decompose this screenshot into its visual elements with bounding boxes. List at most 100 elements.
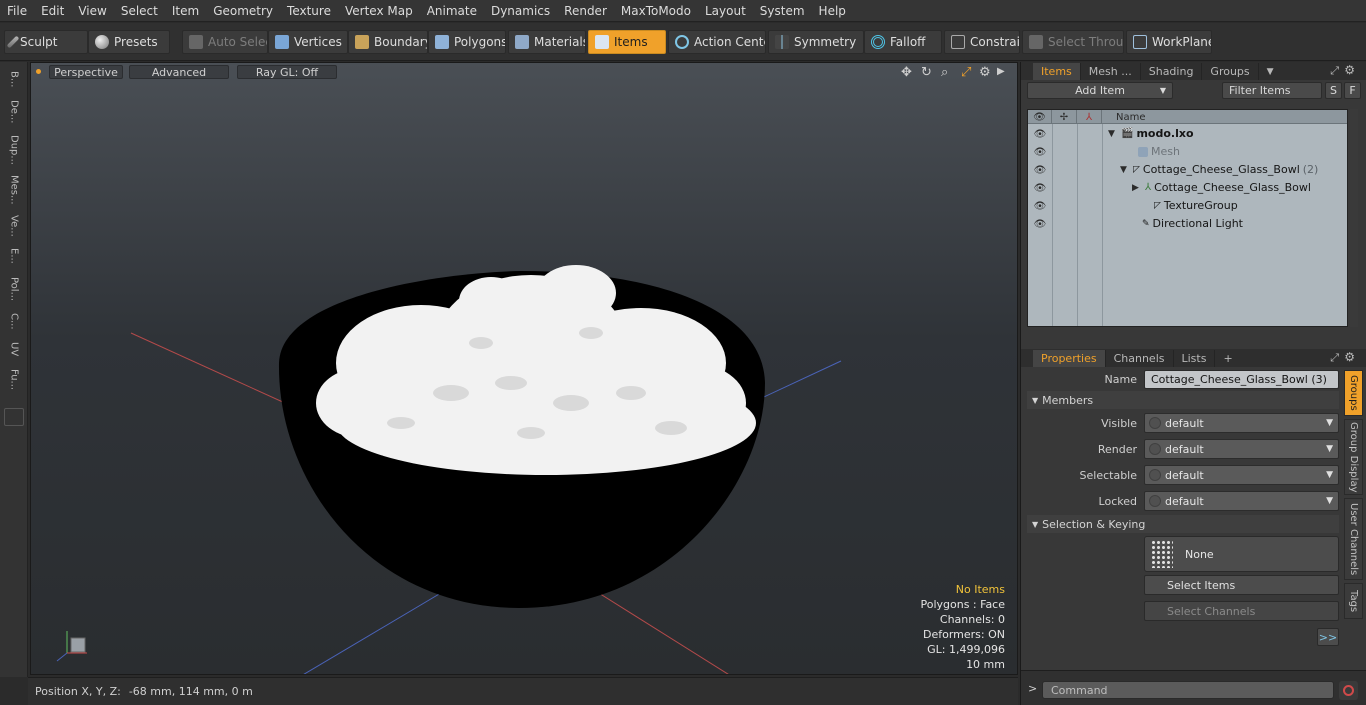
add-item-button[interactable]: Add Item ▼ [1027, 82, 1173, 99]
side-tab-group-display[interactable]: Group Display [1344, 419, 1363, 495]
list-item-mesh[interactable]: 👁 Mesh [1028, 143, 1347, 161]
tab-curve[interactable]: C... [4, 308, 24, 334]
select-through-button[interactable]: Select Through [1022, 30, 1124, 54]
tab-add-button[interactable]: + [1215, 350, 1240, 367]
constraints-button[interactable]: Constrai... [944, 30, 1020, 54]
eye-icon[interactable]: 👁 [1032, 126, 1048, 142]
list-item-locator[interactable]: 👁 ▶ ⅄ Cottage_Cheese_Glass_Bowl [1028, 179, 1347, 197]
visibility-column-eye-icon[interactable]: 👁 [1028, 110, 1052, 124]
eye-icon[interactable]: 👁 [1032, 144, 1048, 160]
render-dropdown[interactable]: default ▼ [1144, 439, 1339, 459]
menu-system[interactable]: System [753, 4, 812, 18]
command-input[interactable]: Command [1042, 681, 1334, 699]
3d-viewport[interactable]: Perspective Advanced Ray GL: Off ✥ ↻ ⌕ ⤢… [30, 62, 1018, 675]
menu-view[interactable]: View [71, 4, 113, 18]
menu-item[interactable]: Item [165, 4, 206, 18]
side-tab-user-channels[interactable]: User Channels [1344, 498, 1363, 580]
menu-edit[interactable]: Edit [34, 4, 71, 18]
list-item-group[interactable]: 👁 ▼ ◸ Cottage_Cheese_Glass_Bowl (2) [1028, 161, 1347, 179]
tab-overflow-icon[interactable]: ▼ [1259, 63, 1282, 80]
vertices-button[interactable]: Vertices 1 [268, 30, 348, 54]
tab-uv[interactable]: UV [4, 336, 24, 362]
workplane-button[interactable]: WorkPlane [1126, 30, 1212, 54]
falloff-button[interactable]: Falloff [864, 30, 942, 54]
record-button[interactable] [1339, 681, 1358, 700]
right-panel: Items Mesh ... Shading Groups ▼ ⤢ ⚙ Add … [1020, 62, 1366, 705]
tab-mesh[interactable]: Mesh ... [1081, 63, 1141, 80]
menu-render[interactable]: Render [557, 4, 614, 18]
presets-button[interactable]: Presets [88, 30, 170, 54]
symmetry-button[interactable]: Symmetry [768, 30, 864, 54]
name-input[interactable]: Cottage_Cheese_Glass_Bowl (3) [1144, 370, 1339, 389]
menu-vertex-map[interactable]: Vertex Map [338, 4, 420, 18]
locked-dropdown[interactable]: default ▼ [1144, 491, 1339, 511]
expand-triangle-icon[interactable]: ▶ [1132, 183, 1142, 193]
tab-groups[interactable]: Groups [1202, 63, 1259, 80]
eye-icon[interactable]: 👁 [1032, 198, 1048, 214]
name-label: Name [1104, 373, 1137, 386]
tab-vertex[interactable]: Ve... [4, 212, 24, 240]
menu-dynamics[interactable]: Dynamics [484, 4, 557, 18]
list-item-light[interactable]: 👁 ✎ Directional Light [1028, 215, 1347, 233]
maximize-icon[interactable]: ⤢ [1330, 351, 1339, 365]
expand-triangle-icon[interactable]: ▼ [1108, 129, 1118, 139]
menu-layout[interactable]: Layout [698, 4, 753, 18]
materials-button[interactable]: Materials [508, 30, 586, 54]
tab-channels[interactable]: Channels [1106, 350, 1174, 367]
s-toggle-button[interactable]: S [1325, 82, 1342, 99]
side-tab-tags[interactable]: Tags [1344, 583, 1363, 619]
vertices-label: Vertices [294, 35, 342, 49]
select-channels-button[interactable]: Select Channels [1144, 601, 1339, 621]
none-selector-button[interactable]: None [1144, 536, 1339, 572]
expand-triangle-icon[interactable]: ▼ [1120, 165, 1130, 175]
selectable-dropdown[interactable]: default ▼ [1144, 465, 1339, 485]
tab-fusion[interactable]: Fu... [4, 364, 24, 396]
tab-deform[interactable]: De... [4, 94, 24, 130]
menu-animate[interactable]: Animate [420, 4, 484, 18]
menu-file[interactable]: File [0, 4, 34, 18]
item-label: Cottage_Cheese_Glass_Bowl [1154, 181, 1311, 194]
tab-mesh-edit[interactable]: Mes... [4, 170, 24, 210]
maximize-icon[interactable]: ⤢ [1330, 64, 1339, 78]
menu-maxtomodo[interactable]: MaxToModo [614, 4, 698, 18]
tab-lists[interactable]: Lists [1174, 350, 1216, 367]
boundary-button[interactable]: Boundary [348, 30, 428, 54]
tab-edge[interactable]: E... [4, 242, 24, 270]
panel-gear-icon[interactable]: ⚙ [1344, 350, 1355, 364]
item-list-scrollbar[interactable] [1350, 109, 1358, 327]
visible-dropdown[interactable]: default ▼ [1144, 413, 1339, 433]
tab-basic[interactable]: B... [4, 66, 24, 92]
lock-column-icon[interactable]: ✢ [1052, 110, 1077, 124]
tab-items[interactable]: Items [1033, 63, 1081, 80]
tab-shading[interactable]: Shading [1141, 63, 1203, 80]
eye-icon[interactable]: 👁 [1032, 162, 1048, 178]
name-column-header[interactable]: Name [1102, 110, 1347, 124]
select-items-button[interactable]: Select Items [1144, 575, 1339, 595]
eye-icon[interactable]: 👁 [1032, 216, 1048, 232]
f-toggle-button[interactable]: F [1344, 82, 1361, 99]
panel-gear-icon[interactable]: ⚙ [1344, 63, 1355, 77]
menu-select[interactable]: Select [114, 4, 165, 18]
more-button[interactable]: >> [1317, 628, 1339, 646]
eye-icon[interactable]: 👁 [1032, 180, 1048, 196]
items-button[interactable]: Items [588, 30, 666, 54]
list-item-scene[interactable]: 👁 ▼ 🎬 modo.lxo [1028, 125, 1347, 143]
action-center-button[interactable]: Action Center [668, 30, 766, 54]
menu-texture[interactable]: Texture [280, 4, 338, 18]
polygons-button[interactable]: Polygons [428, 30, 506, 54]
auto-select-button[interactable]: Auto Select [182, 30, 268, 54]
menu-geometry[interactable]: Geometry [206, 4, 280, 18]
filter-items-input[interactable]: Filter Items [1222, 82, 1322, 99]
list-item-texture-group[interactable]: 👁 ◸ TextureGroup [1028, 197, 1347, 215]
tab-duplicate[interactable]: Dup... [4, 132, 24, 168]
side-tab-groups[interactable]: Groups [1344, 370, 1363, 416]
tab-toggle[interactable] [4, 408, 24, 426]
menu-help[interactable]: Help [812, 4, 853, 18]
render-column-icon[interactable]: ⅄ [1077, 110, 1102, 124]
members-section-header[interactable]: ▼ Members [1027, 391, 1339, 409]
sculpt-button[interactable]: Sculpt [4, 30, 88, 54]
workplane-label: WorkPlane [1152, 35, 1212, 49]
tab-properties[interactable]: Properties [1033, 350, 1106, 367]
tab-polygon[interactable]: Pol... [4, 272, 24, 306]
selection-keying-section-header[interactable]: ▼ Selection & Keying [1027, 515, 1339, 533]
